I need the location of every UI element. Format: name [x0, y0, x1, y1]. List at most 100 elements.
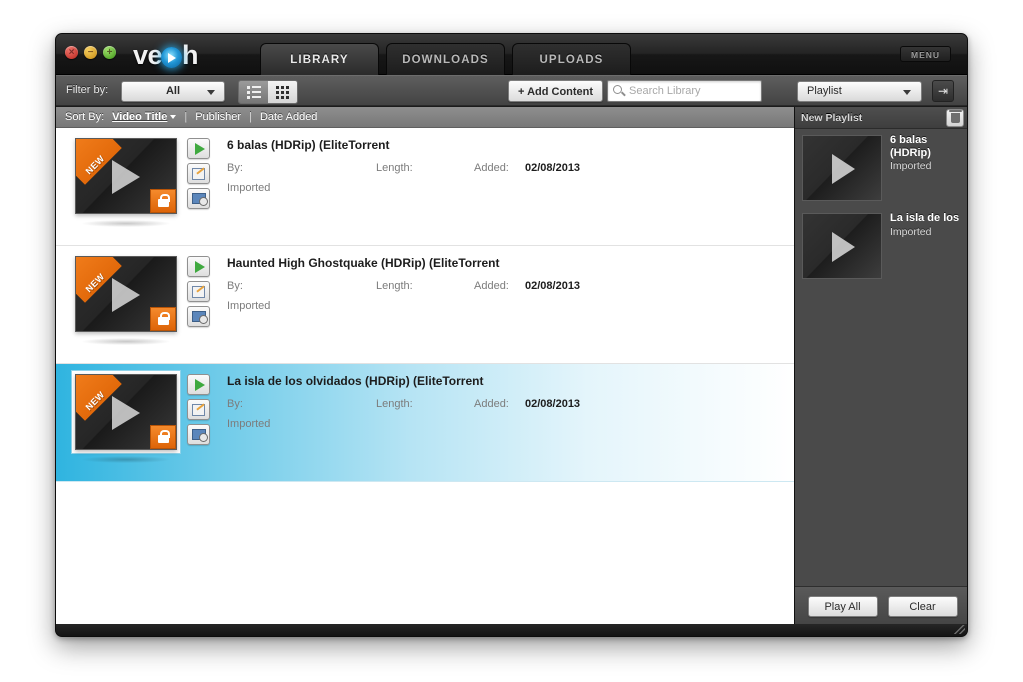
- video-meta: By: Length: Added: 02/08/2013: [227, 398, 767, 415]
- video-source: Imported: [227, 418, 271, 430]
- by-label: By:: [227, 162, 243, 174]
- share-button[interactable]: [187, 424, 210, 445]
- play-all-button[interactable]: Play All: [807, 596, 878, 617]
- video-meta: By: Length: Added: 02/08/2013: [227, 162, 767, 179]
- added-value: 02/08/2013: [525, 398, 581, 410]
- title-bar: × − + ve h LIBRARY DOWNLOADS UPLOADS MEN…: [56, 34, 967, 75]
- play-overlay-icon: [832, 232, 855, 262]
- playlist-item-text: La isla de los Imported: [890, 212, 966, 238]
- tab-downloads[interactable]: DOWNLOADS: [386, 43, 505, 75]
- playlist-name: New Playlist: [801, 112, 863, 124]
- close-window-button[interactable]: ×: [65, 46, 78, 59]
- play-overlay-icon: [112, 396, 140, 430]
- playlist-select[interactable]: Playlist: [797, 81, 922, 102]
- playlist-panel: New Playlist 6 balas (HDRip) Imported La…: [794, 107, 967, 626]
- play-overlay-icon: [832, 154, 855, 184]
- menu-button[interactable]: MENU: [900, 46, 951, 62]
- thumbnail-shadow: [82, 220, 170, 227]
- length-label: Length:: [376, 398, 413, 410]
- delete-playlist-button[interactable]: [946, 109, 964, 127]
- video-thumbnail[interactable]: NEW: [75, 256, 177, 332]
- list-view-icon: [246, 85, 261, 99]
- search-input[interactable]: Search Library: [607, 80, 762, 102]
- play-button[interactable]: [187, 256, 210, 277]
- length-label: Length:: [376, 280, 413, 292]
- sort-direction-icon: [170, 115, 177, 119]
- by-label: By:: [227, 280, 243, 292]
- chevron-down-icon: [903, 90, 911, 95]
- video-title[interactable]: Haunted High Ghostquake (HDRip) (EliteTo…: [227, 256, 767, 270]
- toolbar: Filter by: All + Add Content Search Libr…: [56, 75, 967, 106]
- list-item[interactable]: 6 balas (HDRip) Imported: [795, 129, 967, 207]
- sort-option-publisher[interactable]: Publisher: [195, 111, 241, 123]
- resize-grip[interactable]: [953, 625, 965, 634]
- panel-collapse-button[interactable]: ⇥: [932, 80, 954, 102]
- playlist-footer: Play All Clear: [795, 586, 967, 626]
- video-info: La isla de los olvidados (HDRip) (EliteT…: [227, 374, 767, 430]
- zoom-window-button[interactable]: +: [103, 46, 116, 59]
- grid-view-icon: [276, 85, 289, 99]
- filter-label: Filter by:: [66, 84, 109, 96]
- window-bottom-chrome: [56, 624, 967, 636]
- video-title[interactable]: La isla de los olvidados (HDRip) (EliteT…: [227, 374, 767, 388]
- play-button[interactable]: [187, 138, 210, 159]
- grid-view-button[interactable]: [268, 81, 297, 103]
- trash-icon: [948, 110, 962, 123]
- share-button[interactable]: [187, 188, 210, 209]
- added-value: 02/08/2013: [525, 162, 581, 174]
- video-source: Imported: [227, 182, 271, 194]
- minimize-window-button[interactable]: −: [84, 46, 97, 59]
- play-button[interactable]: [187, 374, 210, 395]
- filter-select[interactable]: All: [121, 81, 225, 102]
- thumbnail-shadow: [82, 338, 170, 345]
- table-row[interactable]: NEW 6 balas (HDRip) (EliteTorrent By: Le: [56, 128, 794, 246]
- share-button[interactable]: [187, 306, 210, 327]
- content-area: Sort By: Video Title | Publisher | Date …: [56, 107, 967, 626]
- table-row[interactable]: NEW Haunted High Ghostquake (HDRip) (Eli…: [56, 246, 794, 364]
- search-icon: [613, 85, 622, 94]
- veoh-logo: ve h: [133, 40, 199, 71]
- edit-button[interactable]: [187, 281, 210, 302]
- clear-playlist-button[interactable]: Clear: [887, 596, 958, 617]
- sort-option-date-added[interactable]: Date Added: [260, 111, 318, 123]
- list-item[interactable]: La isla de los Imported: [795, 207, 967, 285]
- main-tabs: LIBRARY DOWNLOADS UPLOADS: [260, 43, 638, 75]
- pencil-icon: [192, 403, 205, 416]
- playlist-item-title: 6 balas (HDRip): [890, 134, 931, 159]
- video-meta: By: Length: Added: 02/08/2013: [227, 280, 767, 297]
- video-thumbnail[interactable]: NEW: [75, 138, 177, 214]
- added-label: Added:: [474, 398, 509, 410]
- lock-icon: [150, 307, 176, 331]
- sort-by-label: Sort By:: [65, 111, 105, 123]
- edit-button[interactable]: [187, 163, 210, 184]
- monitor-icon: [191, 311, 208, 324]
- play-icon: [195, 260, 205, 273]
- play-overlay-icon: [112, 278, 140, 312]
- separator: |: [184, 111, 188, 123]
- play-icon: [195, 378, 205, 391]
- video-source: Imported: [227, 300, 271, 312]
- playlist-item-text: 6 balas (HDRip) Imported: [890, 134, 966, 172]
- tab-uploads[interactable]: UPLOADS: [512, 43, 631, 75]
- add-content-button[interactable]: + Add Content: [508, 80, 604, 102]
- video-thumbnail[interactable]: NEW: [72, 371, 180, 453]
- sort-option-video-title[interactable]: Video Title: [112, 111, 177, 123]
- playlist-thumbnail: [802, 213, 882, 279]
- edit-button[interactable]: [187, 399, 210, 420]
- playlist-item-subtitle: Imported: [890, 160, 932, 172]
- length-label: Length:: [376, 162, 413, 174]
- monitor-icon: [191, 193, 208, 206]
- play-overlay-icon: [112, 160, 140, 194]
- logo-play-orb-icon: [161, 47, 183, 68]
- row-actions: [187, 374, 210, 449]
- tab-library[interactable]: LIBRARY: [260, 43, 379, 75]
- playlist-item-subtitle: Imported: [890, 225, 932, 238]
- list-view-button[interactable]: [239, 81, 268, 103]
- row-actions: [187, 256, 210, 331]
- playlist-header: New Playlist: [795, 107, 967, 129]
- video-title[interactable]: 6 balas (HDRip) (EliteTorrent: [227, 138, 767, 152]
- by-label: By:: [227, 398, 243, 410]
- playlist-select-value: Playlist: [807, 85, 842, 97]
- table-row[interactable]: NEW La isla de los olvidados (HDRip) (El…: [56, 364, 794, 482]
- row-actions: [187, 138, 210, 213]
